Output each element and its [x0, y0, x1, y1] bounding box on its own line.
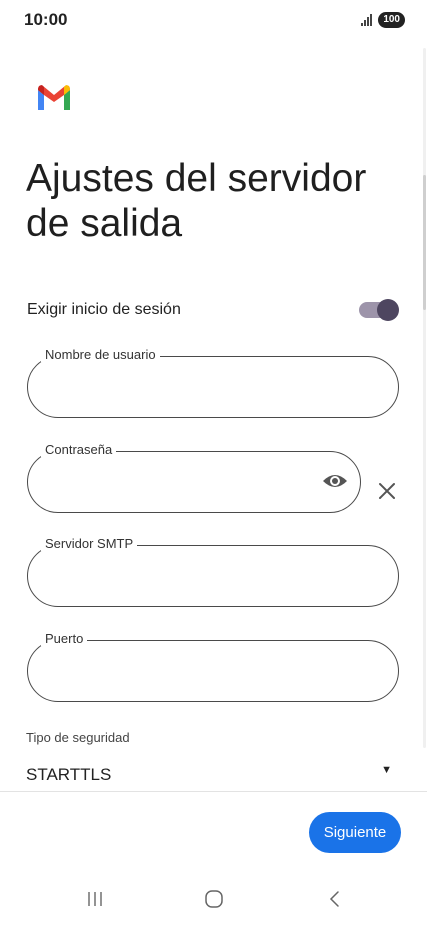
status-time: 10:00	[24, 10, 68, 29]
login-required-label: Exigir inicio de sesión	[27, 301, 181, 318]
battery-indicator: 100	[378, 12, 405, 28]
nav-recents-icon[interactable]	[86, 890, 104, 908]
security-type-select[interactable]: STARTTLS ▼	[26, 760, 392, 788]
login-required-toggle[interactable]	[359, 298, 399, 321]
login-required-row: Exigir inicio de sesión	[27, 296, 399, 324]
toggle-thumb	[377, 299, 399, 321]
eye-icon[interactable]	[322, 471, 348, 491]
port-input[interactable]	[47, 656, 351, 686]
password-input[interactable]	[47, 467, 311, 497]
signal-icon	[361, 14, 373, 26]
scrollbar[interactable]	[423, 175, 426, 310]
security-type-value: STARTTLS	[26, 765, 112, 784]
gmail-logo-icon	[38, 85, 70, 110]
port-label: Puerto	[41, 631, 88, 646]
username-input[interactable]	[47, 372, 351, 402]
password-field[interactable]: Contraseña	[27, 442, 361, 513]
nav-back-icon[interactable]	[325, 889, 345, 909]
password-label: Contraseña	[41, 442, 117, 457]
smtp-server-field[interactable]: Servidor SMTP	[27, 536, 399, 607]
status-icons: 100	[361, 12, 405, 28]
divider	[0, 791, 427, 792]
nav-home-icon[interactable]	[204, 889, 224, 909]
page-title: Ajustes del servidor de salida	[26, 157, 367, 245]
security-type-label: Tipo de seguridad	[26, 730, 130, 745]
close-icon[interactable]	[376, 480, 398, 502]
status-bar: 10:00 100	[0, 0, 427, 40]
next-button[interactable]: Siguiente	[309, 812, 401, 853]
username-field[interactable]: Nombre de usuario	[27, 347, 399, 418]
navigation-bar	[0, 870, 427, 926]
scroll-track	[423, 48, 426, 748]
dropdown-arrow-icon: ▼	[381, 764, 392, 776]
port-field[interactable]: Puerto	[27, 631, 399, 702]
username-label: Nombre de usuario	[41, 347, 160, 362]
smtp-server-input[interactable]	[47, 561, 351, 591]
smtp-server-label: Servidor SMTP	[41, 536, 138, 551]
